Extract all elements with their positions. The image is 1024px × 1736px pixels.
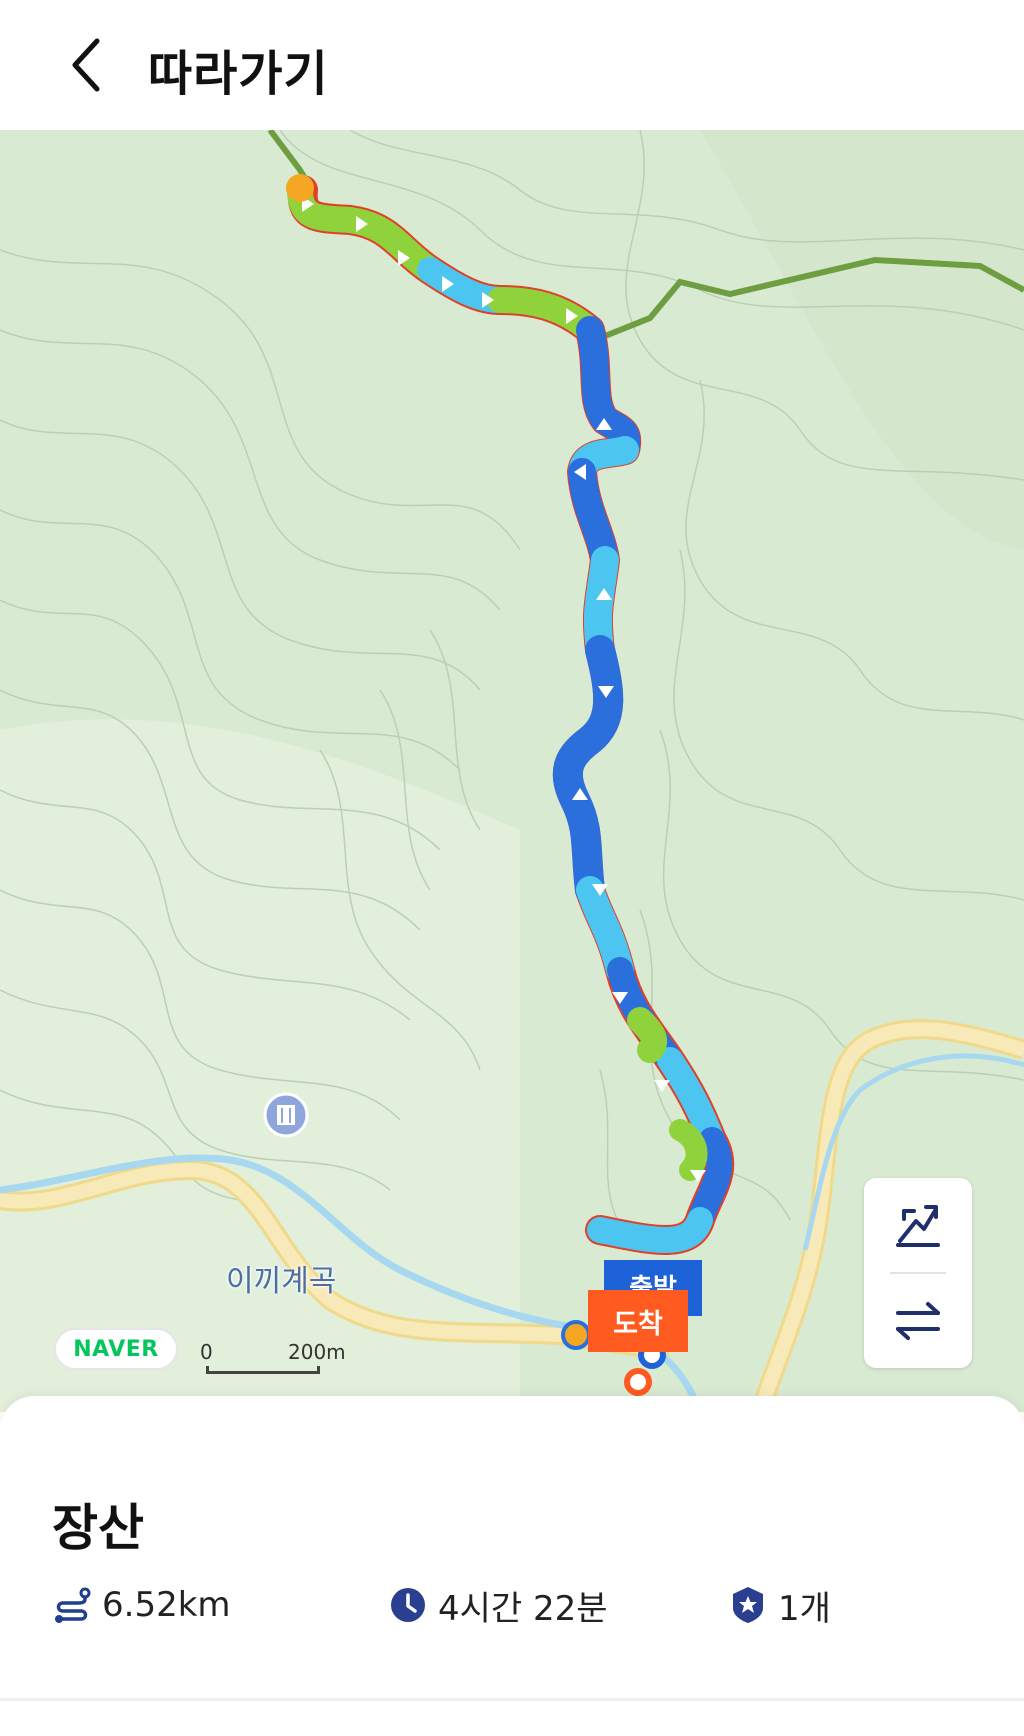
map-view[interactable]: 이끼계곡 NAVER 0 200m 출발 도착 [0,130,1024,1412]
page-title: 따라가기 [148,46,329,102]
chevron-left-icon [72,38,100,92]
duration-value: 4시간 22분 [438,1588,608,1629]
app-header: 따라가기 [0,0,1024,130]
scale-zero-label: 0 [200,1340,213,1364]
end-point-icon [624,1368,652,1396]
scale-distance-label: 200m [288,1340,346,1364]
scale-bar [206,1366,320,1374]
distance-stat: 6.52km [52,1580,231,1630]
shield-star-icon [728,1585,768,1625]
end-marker[interactable]: 도착 [588,1290,688,1352]
naver-logo: NAVER [54,1328,178,1370]
duration-stat: 4시간 22분 [388,1580,608,1630]
badge-count: 1개 [778,1588,831,1629]
route-info-sheet: 장산 6.52km 4시간 22분 1개 [0,1396,1024,1736]
route-name: 장산 [52,1499,144,1557]
track-start-dot [286,174,314,202]
elevation-button[interactable] [864,1178,972,1272]
poi-label[interactable]: 이끼계곡 [226,1256,336,1300]
sheet-divider [0,1698,1024,1701]
back-button[interactable] [52,28,122,102]
reverse-route-button[interactable] [864,1274,972,1368]
waterfall-icon [263,1092,309,1138]
route-distance-icon [52,1585,92,1625]
map-controls [864,1178,972,1368]
badge-stat: 1개 [728,1580,831,1630]
elevation-chart-icon [896,1205,940,1247]
swap-direction-icon [896,1302,940,1340]
distance-value: 6.52km [102,1585,231,1625]
clock-icon [388,1585,428,1625]
map-scale: 0 200m [198,1336,358,1376]
